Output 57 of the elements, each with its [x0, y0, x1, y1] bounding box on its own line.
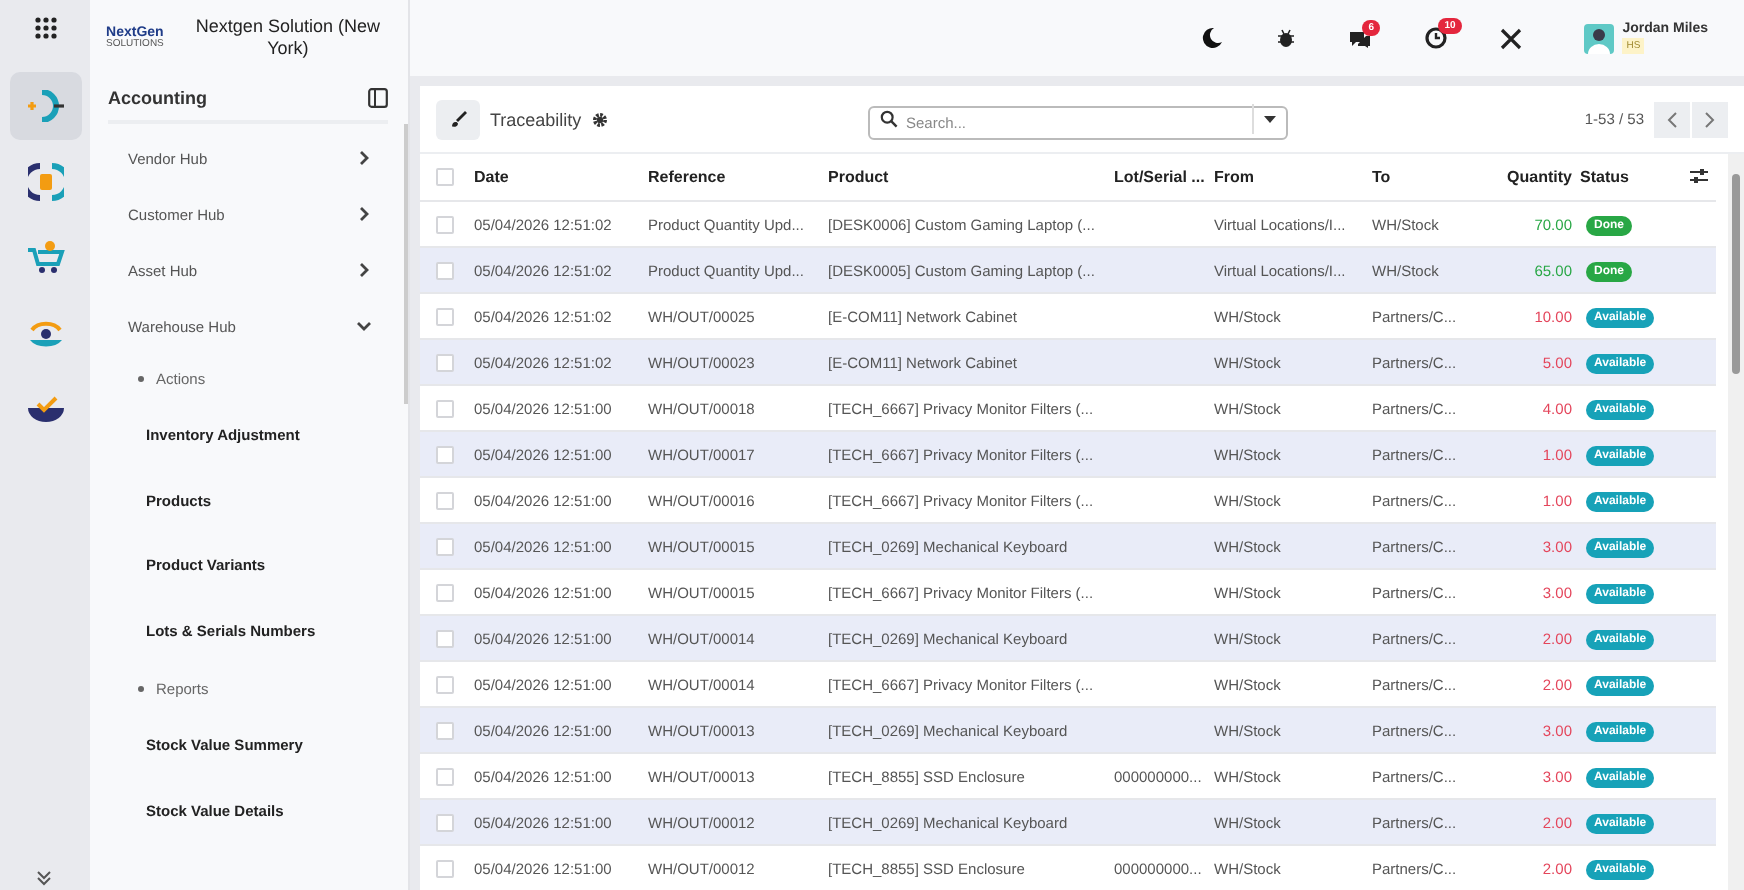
chevron-icon: [356, 262, 372, 278]
row-checkbox[interactable]: [436, 675, 454, 694]
avatar-icon[interactable]: [1584, 23, 1615, 53]
column-header[interactable]: Reference: [644, 154, 824, 201]
eye-icon: [25, 316, 65, 352]
row-checkbox[interactable]: [436, 307, 454, 326]
row-checkbox[interactable]: [436, 721, 454, 740]
row-checkbox[interactable]: [436, 353, 454, 372]
previous-page-button[interactable]: [1654, 101, 1690, 137]
cart-icon: [25, 240, 65, 276]
row-checkbox[interactable]: [436, 813, 454, 832]
bug-icon[interactable]: [1276, 28, 1297, 48]
bullet-icon: [138, 376, 144, 382]
scrollbar-thumb[interactable]: [1732, 174, 1740, 374]
column-header[interactable]: Quantity: [1494, 154, 1576, 201]
column-header[interactable]: Status: [1576, 154, 1686, 201]
row-checkbox[interactable]: [436, 399, 454, 418]
column-header[interactable]: To: [1368, 154, 1494, 201]
row-checkbox[interactable]: [436, 491, 454, 510]
column-header[interactable]: Lot/Serial ...: [1110, 154, 1210, 201]
row-checkbox[interactable]: [436, 629, 454, 648]
next-page-button[interactable]: [1692, 101, 1728, 137]
column-header[interactable]: Date: [470, 154, 644, 201]
row-checkbox[interactable]: [436, 215, 454, 234]
chevron-left-icon: [1666, 111, 1678, 127]
chevron-icon: [356, 150, 372, 166]
company-name: Nextgen Solution (New York): [193, 16, 382, 60]
dropdown-caret-icon[interactable]: [1264, 115, 1276, 123]
brush-icon: [449, 110, 467, 128]
row-checkbox[interactable]: [436, 583, 454, 602]
clock-icon[interactable]: [1424, 26, 1449, 50]
column-header[interactable]: Product: [824, 154, 1110, 201]
brush-button[interactable]: [436, 99, 480, 139]
select-all-checkbox[interactable]: [436, 168, 454, 187]
app-icon: [23, 90, 67, 122]
view-title: Traceability: [490, 109, 582, 129]
bullet-icon: [138, 686, 144, 692]
chat-icon[interactable]: [1348, 27, 1373, 49]
app-grid-icon[interactable]: [33, 16, 57, 40]
double-chevron-icon[interactable]: [36, 870, 52, 886]
search-icon: [880, 110, 898, 128]
sidebar-title: Accounting: [108, 88, 207, 108]
row-checkbox[interactable]: [436, 537, 454, 556]
row-checkbox[interactable]: [436, 261, 454, 280]
row-checkbox[interactable]: [436, 445, 454, 464]
sidebar-toggle-icon[interactable]: [368, 88, 388, 108]
moon-icon[interactable]: [1200, 26, 1225, 50]
bowl-check-icon: [25, 396, 65, 424]
row-checkbox[interactable]: [436, 859, 454, 878]
row-checkbox[interactable]: [436, 767, 454, 786]
chevron-icon: [356, 318, 372, 334]
chevron-right-icon: [1704, 111, 1716, 127]
scrollbar-thumb[interactable]: [404, 124, 408, 404]
column-settings-icon[interactable]: [1690, 167, 1708, 183]
chevron-icon: [356, 206, 372, 222]
column-header[interactable]: From: [1210, 154, 1368, 201]
settings-icon[interactable]: [591, 111, 608, 127]
